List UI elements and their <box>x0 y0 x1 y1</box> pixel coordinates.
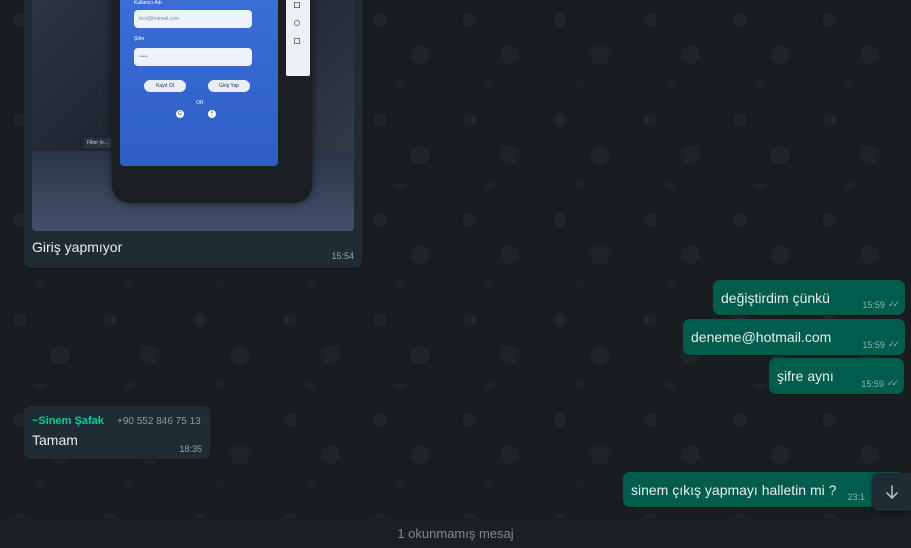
outgoing-message[interactable]: şifre aynı 15:59 ✓✓ <box>769 358 904 394</box>
photo-phone-screen: Kullanıcı Adı test@hotmail.com Şifre •••… <box>120 0 278 166</box>
screen-password-input: ••••• <box>134 48 252 66</box>
sender-name[interactable]: ~Sinem Şafak <box>32 415 104 427</box>
message-text: sinem çıkış yapmayı halletin mi ? <box>631 482 837 498</box>
image-caption: Giriş yapmıyor <box>32 239 123 255</box>
screen-register-button: Kayıt Ol <box>144 80 186 92</box>
message-text: şifre aynı <box>777 368 834 384</box>
message-meta: 15:59 ✓✓ <box>862 299 900 310</box>
message-time: 18:35 <box>179 444 202 454</box>
message-time: 15:59 <box>862 339 885 350</box>
message-time: 15:54 <box>331 251 354 261</box>
double-check-icon: ✓✓ <box>887 299 900 309</box>
sender-phone: +90 552 846 75 13 <box>117 416 201 427</box>
message-text: deneme@hotmail.com <box>691 329 832 345</box>
outgoing-message[interactable]: değiştirdim çünkü 15:59 ✓✓ <box>713 280 905 315</box>
outgoing-message[interactable]: deneme@hotmail.com 15:59 ✓✓ <box>683 319 905 355</box>
message-time: 15:59 <box>862 299 885 310</box>
scroll-to-bottom-button[interactable] <box>872 473 911 511</box>
attached-photo[interactable]: Kullanıcı Adı test@hotmail.com Şifre •••… <box>32 0 354 231</box>
screen-password-label: Şifre <box>134 36 145 42</box>
message-meta: 15:59 ✓✓ <box>862 339 900 350</box>
message-text: Tamam <box>32 432 78 448</box>
photo-phone: Kullanıcı Adı test@hotmail.com Şifre •••… <box>112 0 312 203</box>
screen-login-button: Giriş Yap <box>208 80 250 92</box>
unread-count-label: 1 okunmamış mesaj <box>397 525 514 541</box>
screen-or-text: OR <box>196 100 204 106</box>
message-time: 15:59 <box>861 378 884 389</box>
unread-messages-bar: 1 okunmamış mesaj <box>0 518 911 548</box>
message-meta: 15:59 ✓✓ <box>861 378 899 389</box>
screen-username-input: test@hotmail.com <box>134 10 252 28</box>
arrow-down-icon <box>885 485 898 499</box>
double-check-icon: ✓✓ <box>887 339 900 349</box>
back-icon <box>294 2 300 8</box>
home-icon <box>294 20 300 26</box>
screen-username-label: Kullanıcı Adı <box>134 0 162 6</box>
double-check-icon: ✓✓ <box>886 378 899 388</box>
message-meta: 23:1 <box>847 492 865 502</box>
google-icon: G <box>176 110 184 118</box>
overview-icon <box>294 38 300 44</box>
emulator-side-panel <box>286 0 310 76</box>
message-time: 23:1 <box>847 492 865 502</box>
facebook-icon: f <box>208 110 216 118</box>
image-message[interactable]: Kullanıcı Adı test@hotmail.com Şifre •••… <box>24 0 362 268</box>
outgoing-message[interactable]: sinem çıkış yapmayı halletin mi ? 23:1 <box>623 472 905 507</box>
incoming-message[interactable]: ~Sinem Şafak +90 552 846 75 13 Tamam 18:… <box>24 406 210 459</box>
message-text: değiştirdim çünkü <box>721 290 830 306</box>
filter-tag: Filter (e... <box>84 138 112 148</box>
